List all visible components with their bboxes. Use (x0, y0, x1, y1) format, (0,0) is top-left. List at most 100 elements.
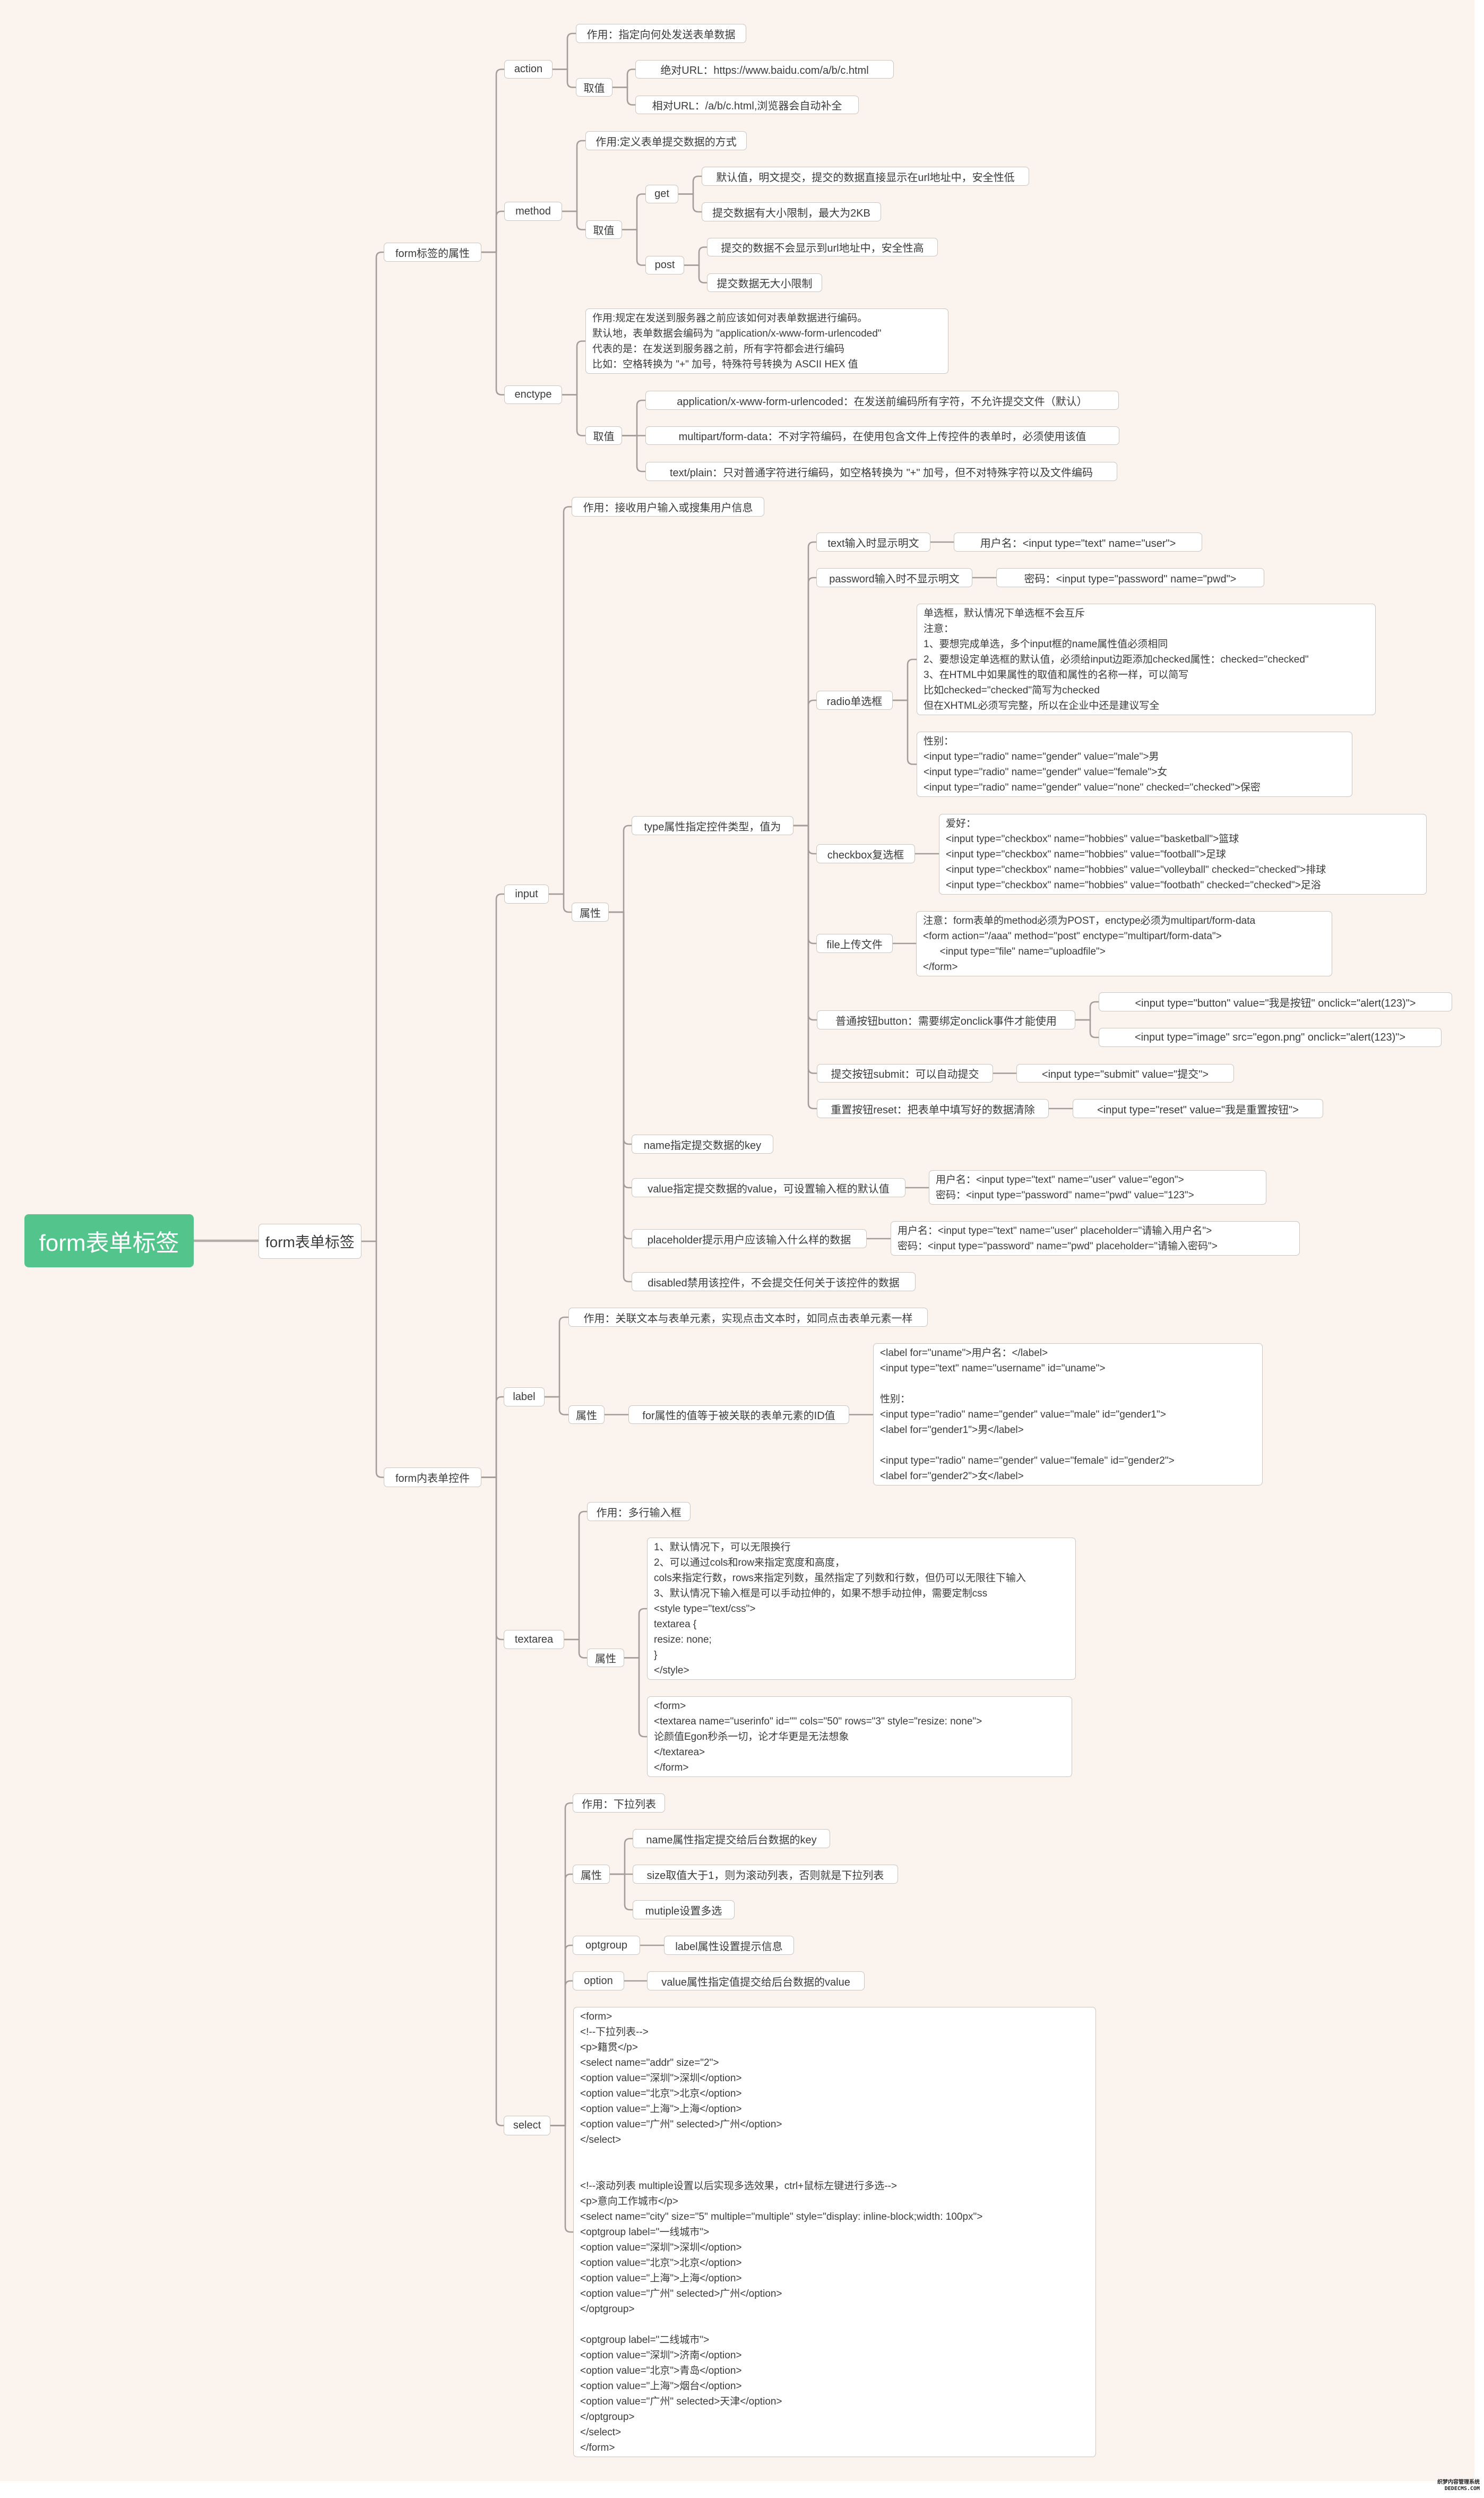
connector-line (563, 1638, 588, 1659)
node-textarea-attributes-label: 属性 (587, 1649, 624, 1667)
connector-line (683, 264, 708, 284)
node-optgroup: optgroup (573, 1936, 640, 1955)
connector-line (563, 1510, 588, 1641)
node-input-placeholder: placeholder提示用户应该输入什么样的数据 (632, 1229, 867, 1248)
node-type-button-example: <input type="button" value="我是按钮" onclic… (1099, 992, 1452, 1011)
connector-line (561, 140, 586, 212)
node-input-attributes-label: 属性 (572, 903, 609, 922)
connector-line (792, 541, 817, 827)
connector-line (480, 68, 505, 253)
node-type-radio-notes: 单选框，默认情况下单选框不会互斥 注意： 1、要想完成单选，多个input框的n… (917, 604, 1376, 715)
node-action-values-label: 取值 (576, 78, 612, 97)
node-label-attributes-label: 属性 (568, 1405, 605, 1424)
node-action-relative-url: 相对URL：/a/b/c.html,浏览器会自动补全 (635, 96, 859, 114)
connector-line (611, 68, 636, 88)
node-method: method (504, 202, 562, 221)
node-type-radio: radio单选框 (816, 691, 893, 710)
node-type-submit: 提交按钮submit：可以自动提交 (817, 1064, 993, 1083)
node-select-purpose: 作用：下拉列表 (573, 1793, 665, 1813)
connector-line (611, 87, 636, 106)
node-enctype-purpose: 作用:规定在发送到服务器之前应该如何对表单数据进行编码。 默认地，表单数据会编码… (585, 308, 948, 374)
node-textarea-purpose: 作用：多行输入框 (587, 1502, 691, 1521)
connector-line (480, 251, 505, 396)
node-option: option (573, 1971, 624, 1990)
node-get-limit: 提交数据有大小限制，最大为2KB (702, 202, 881, 221)
connector-line (609, 1873, 634, 1911)
connector-line (480, 1477, 505, 1641)
node-select-multiple: mutiple设置多选 (633, 1900, 735, 1919)
connector-line (1074, 1019, 1100, 1038)
node-select-example: <form> <!--下拉列表--> <p>籍贯</p> <select nam… (573, 2007, 1096, 2457)
node-type-image-example: <input type="image" src="egon.png" oncli… (1099, 1028, 1442, 1047)
node-label-for-attribute: for属性的值等于被关联的表单元素的ID值 (628, 1405, 849, 1424)
connector-line (480, 893, 505, 1478)
connector-line (608, 911, 633, 1283)
connector-line (792, 699, 817, 827)
connector-line (480, 210, 505, 253)
node-select: select (504, 2116, 550, 2135)
connector-line (551, 68, 577, 88)
node-optgroup-description: label属性设置提示信息 (664, 1936, 794, 1955)
node-type-reset-example: <input type="reset" value="我是重置按钮"> (1073, 1099, 1323, 1118)
node-input-purpose: 作用：接收用户输入或搜集用户信息 (572, 497, 764, 517)
node-textarea-example: <form> <textarea name="userinfo" id="" c… (647, 1696, 1072, 1777)
mindmap-canvas: form表单标签 form表单标签 form标签的属性 form内表单控件 ac… (0, 0, 1484, 2498)
node-get: get (645, 185, 678, 203)
node-option-description: value属性指定值提交给后台数据的value (647, 1971, 865, 1990)
node-type-submit-example: <input type="submit" value="提交"> (1016, 1064, 1234, 1083)
connector-line (480, 1477, 505, 2126)
connector-line (621, 435, 646, 473)
node-method-values-label: 取值 (585, 220, 622, 239)
connector-line (623, 1657, 648, 1738)
node-post-limit: 提交数据无大小限制 (707, 273, 822, 292)
node-select-attributes-label: 属性 (573, 1865, 610, 1884)
branch-form-controls: form内表单控件 (384, 1467, 481, 1487)
connector-line (543, 1396, 570, 1415)
node-type-checkbox-example: 爱好： <input type="checkbox" name="hobbies… (939, 814, 1427, 895)
connector-line (792, 825, 818, 1021)
node-action-absolute-url: 绝对URL：https://www.baidu.com/a/b/c.html (635, 60, 894, 79)
connector-line (549, 1980, 574, 2126)
connector-line (360, 251, 385, 1242)
connector-line (548, 506, 573, 895)
node-select-name: name属性指定提交给后台数据的key (633, 1829, 830, 1848)
node-input-value-example: 用户名：<input type="text" name="user" value… (929, 1170, 1266, 1205)
node-type-text-example: 用户名：<input type="text" name="user"> (954, 533, 1202, 552)
connector-line (549, 1802, 574, 2126)
watermark-line-1: 织梦内容管理系统 (1437, 2479, 1480, 2485)
node-get-note: 默认值，明文提交，提交的数据直接显示在url地址中，安全性低 (702, 167, 1029, 186)
connector-line (608, 911, 633, 1145)
connector-line (608, 911, 633, 1240)
node-type-password-example: 密码：<input type="password" name="pwd"> (996, 568, 1264, 587)
node-post: post (645, 256, 684, 274)
connector-line (561, 210, 586, 230)
node-enctype-multipart: multipart/form-data：不对字符编码，在使用包含文件上传控件的表… (645, 426, 1119, 445)
node-type-text: text输入时显示明文 (816, 533, 930, 552)
node-enctype-text-plain: text/plain：只对普通字符进行编码，如空格转换为 "+" 加号，但不对特… (645, 462, 1117, 481)
node-type-file: file上传文件 (816, 934, 893, 953)
connector-line (360, 1240, 385, 1478)
watermark: 织梦内容管理系统 DEDECMS.COM (1425, 2479, 1480, 2492)
connector-line (792, 825, 818, 1110)
node-input-type: type属性指定控件类型，值为 (632, 816, 793, 835)
node-input-disabled: disabled禁用该控件，不会提交任何关于该控件的数据 (632, 1272, 916, 1291)
connector-line (561, 394, 586, 436)
node-method-purpose: 作用:定义表单提交数据的方式 (585, 131, 747, 150)
connector-line (623, 1608, 648, 1659)
connector-line (543, 1316, 570, 1398)
connector-line (608, 825, 633, 913)
connector-line (1074, 1001, 1100, 1021)
node-type-password: password输入时不显示明文 (816, 568, 972, 587)
connector-line (549, 1944, 574, 2126)
connector-line (621, 193, 646, 230)
connector-line (792, 825, 818, 1074)
node-label-purpose: 作用：关联文本与表单元素，实现点击文本时，如同点击表单元素一样 (568, 1308, 928, 1327)
node-label-example: <label for="uname">用户名：</label> <input t… (873, 1343, 1263, 1486)
connector-line (609, 1838, 634, 1875)
node-type-file-example: 注意：form表单的method必须为POST，enctype必须为multip… (916, 911, 1332, 976)
connector-line (480, 1396, 505, 1478)
node-action-purpose: 作用：指定向何处发送表单数据 (576, 24, 746, 43)
branch-form-attributes: form标签的属性 (384, 243, 481, 262)
connector-line (677, 175, 703, 195)
connector-line (548, 893, 573, 913)
